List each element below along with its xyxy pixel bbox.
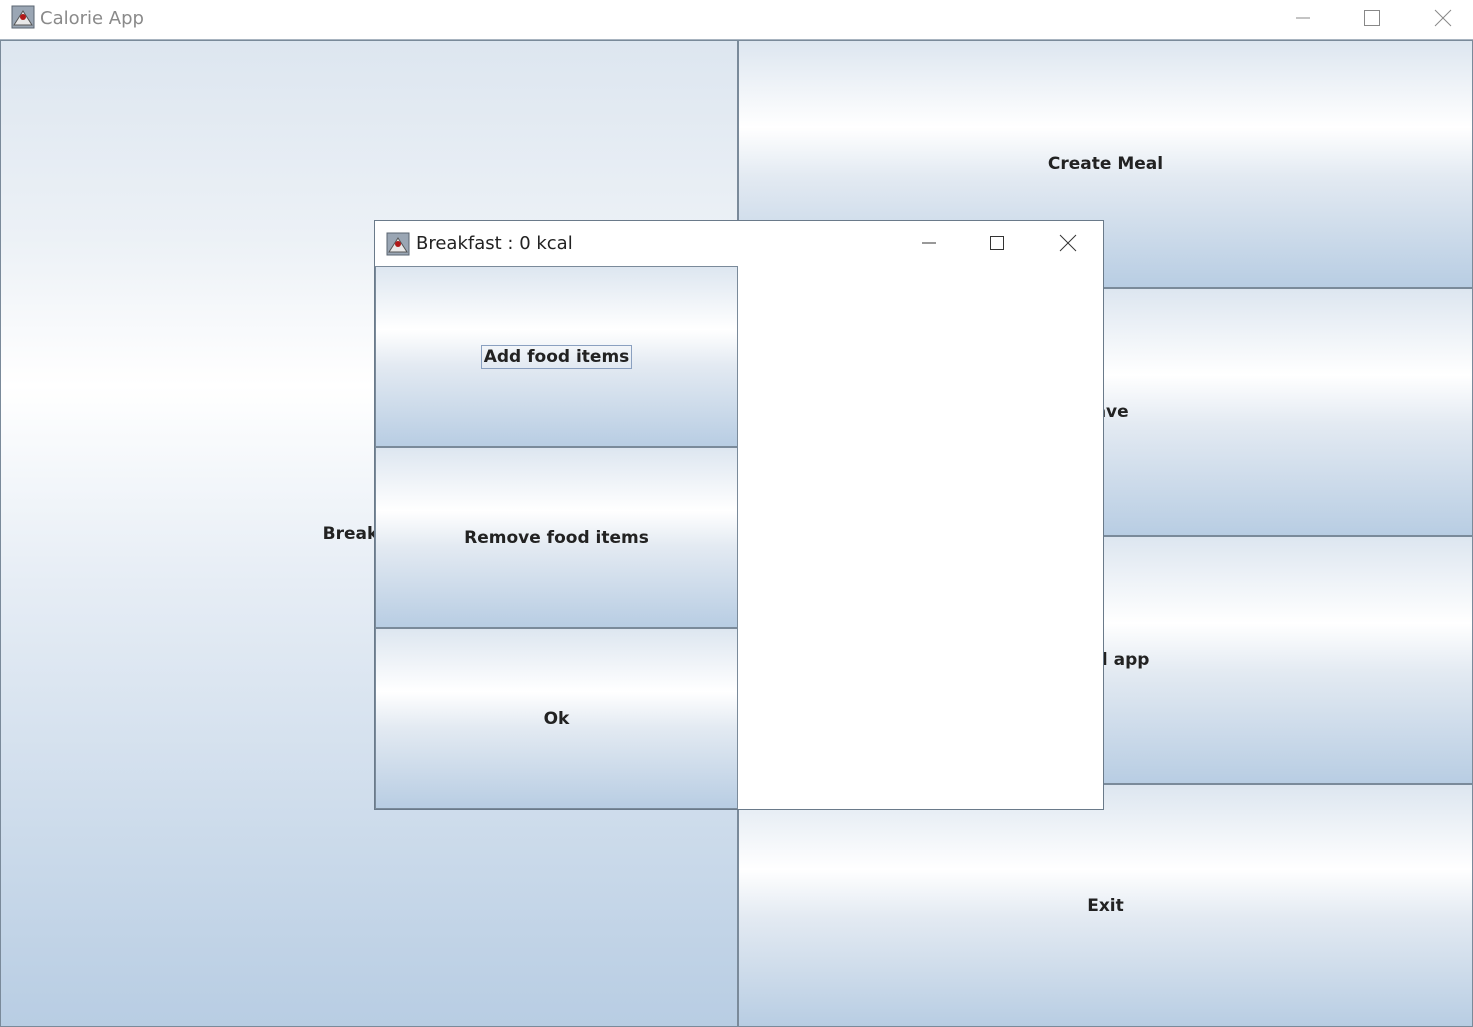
create-meal-label: Create Meal bbox=[1047, 154, 1164, 174]
dialog-minimize-button[interactable] bbox=[906, 225, 952, 261]
remove-food-items-button[interactable]: Remove food items bbox=[375, 447, 738, 628]
close-icon bbox=[1434, 9, 1452, 27]
ok-label: Ok bbox=[543, 708, 570, 729]
close-icon bbox=[1059, 234, 1077, 252]
minimize-icon bbox=[1296, 17, 1310, 19]
dialog-titlebar: Breakfast : 0 kcal bbox=[375, 221, 1103, 266]
dialog-title: Breakfast : 0 kcal bbox=[416, 233, 573, 254]
close-button[interactable] bbox=[1420, 0, 1466, 36]
main-window-title: Calorie App bbox=[40, 8, 144, 29]
minimize-icon bbox=[922, 242, 936, 244]
maximize-icon bbox=[990, 236, 1004, 250]
maximize-button[interactable] bbox=[1349, 0, 1395, 36]
exit-button[interactable]: Exit bbox=[738, 784, 1473, 1027]
remove-food-items-label: Remove food items bbox=[464, 527, 649, 548]
java-app-icon bbox=[11, 5, 35, 29]
main-titlebar: Calorie App bbox=[0, 0, 1473, 40]
food-items-list[interactable] bbox=[738, 266, 1103, 809]
add-food-items-label: Add food items bbox=[480, 344, 633, 369]
dialog-close-button[interactable] bbox=[1045, 225, 1091, 261]
breakfast-dialog: Breakfast : 0 kcal Add food items Remove… bbox=[374, 220, 1104, 810]
minimize-button[interactable] bbox=[1280, 0, 1326, 36]
exit-label: Exit bbox=[1087, 895, 1124, 916]
maximize-icon bbox=[1364, 10, 1380, 26]
java-app-icon bbox=[386, 232, 410, 256]
dialog-maximize-button[interactable] bbox=[974, 225, 1020, 261]
add-food-items-button[interactable]: Add food items bbox=[375, 266, 738, 447]
ok-button[interactable]: Ok bbox=[375, 628, 738, 809]
